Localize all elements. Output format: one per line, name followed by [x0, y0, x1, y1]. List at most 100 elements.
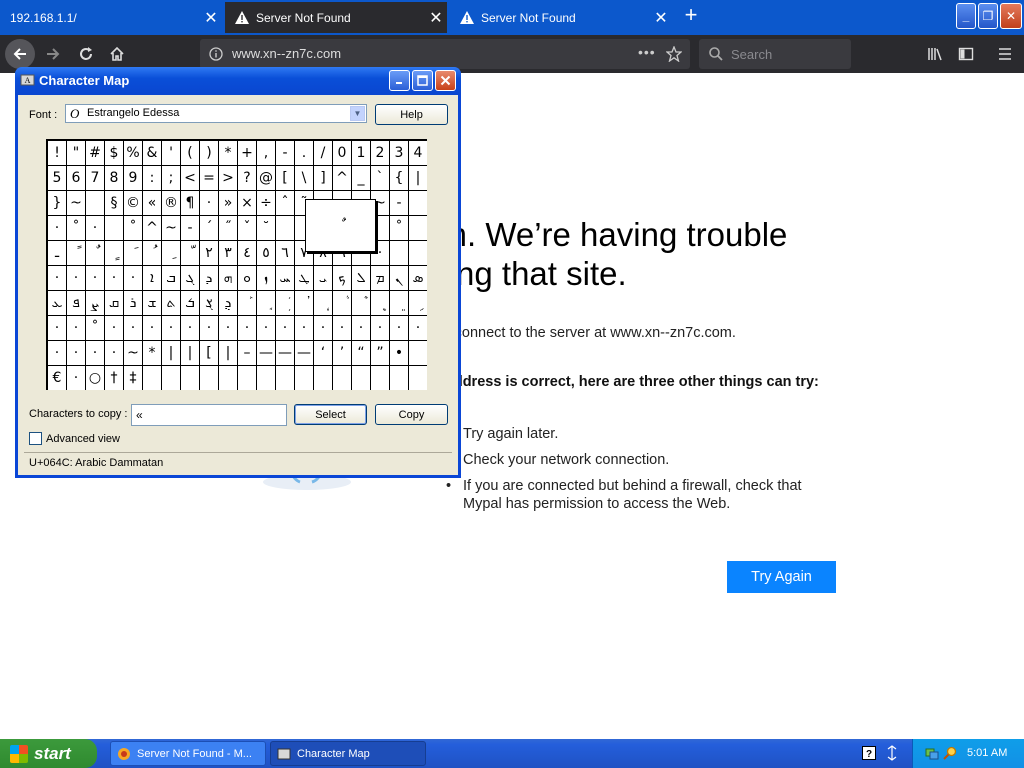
try-again-button[interactable]: Try Again [727, 561, 836, 593]
character-cell[interactable]: ܢ [390, 266, 408, 290]
character-cell[interactable]: " [67, 141, 85, 165]
new-tab-button[interactable]: + [680, 4, 702, 28]
character-cell[interactable] [105, 216, 123, 240]
character-cell[interactable]: ܫ [143, 291, 161, 315]
character-cell[interactable]: ˚ [390, 216, 408, 240]
character-cell[interactable]: ܒ [162, 266, 180, 290]
character-cell[interactable]: ٢ [200, 241, 218, 265]
character-cell[interactable] [409, 216, 427, 240]
character-cell[interactable]: · [67, 316, 85, 340]
minimize-button[interactable]: _ [956, 3, 976, 29]
character-cell[interactable]: 1 [352, 141, 370, 165]
character-cell[interactable]: ˚ [124, 216, 142, 240]
character-cell[interactable]: َ [124, 241, 142, 265]
character-cell[interactable]: ' [162, 141, 180, 165]
close-button[interactable] [435, 70, 456, 91]
search-icon[interactable] [943, 746, 958, 760]
character-cell[interactable]: 2 [371, 141, 389, 165]
select-button[interactable]: Select [294, 404, 367, 425]
forward-button[interactable] [38, 39, 68, 69]
character-cell[interactable]: ○ [86, 366, 104, 390]
character-cell[interactable]: · [124, 316, 142, 340]
character-cell[interactable] [409, 341, 427, 365]
character-cell[interactable]: $ [105, 141, 123, 165]
character-cell[interactable]: § [105, 191, 123, 215]
character-cell[interactable]: · [295, 316, 313, 340]
character-cell[interactable]: ; [162, 166, 180, 190]
character-cell[interactable]: ܛ [295, 266, 313, 290]
character-cell[interactable]: * [219, 141, 237, 165]
character-cell[interactable]: · [67, 266, 85, 290]
character-cell[interactable]: ܚ [276, 266, 294, 290]
character-cell[interactable]: ٦ [276, 241, 294, 265]
character-cell[interactable]: ܩ [105, 291, 123, 315]
character-cell[interactable]: · [86, 341, 104, 365]
character-cell[interactable]: ً [67, 241, 85, 265]
character-cell[interactable]: { [390, 166, 408, 190]
character-cell[interactable]: + [238, 141, 256, 165]
character-cell[interactable]: ` [371, 166, 389, 190]
character-cell[interactable]: · [48, 266, 66, 290]
character-cell[interactable] [238, 366, 256, 390]
character-cell[interactable]: ˚ [67, 216, 85, 240]
character-cell[interactable]: ’ [333, 341, 351, 365]
character-cell[interactable]: [ [276, 166, 294, 190]
character-cell[interactable]: ܟ [333, 266, 351, 290]
character-cell[interactable]: 9 [124, 166, 142, 190]
character-cell[interactable]: _ [352, 166, 370, 190]
character-cell[interactable]: · [86, 216, 104, 240]
character-cell[interactable]: 0 [333, 141, 351, 165]
character-cell[interactable] [162, 366, 180, 390]
window-close-button[interactable]: ✕ [1000, 3, 1022, 29]
character-cell[interactable] [314, 366, 332, 390]
character-cell[interactable]: ܐ [143, 266, 161, 290]
character-cell[interactable] [181, 366, 199, 390]
character-cell[interactable]: ˇ [238, 216, 256, 240]
character-cell[interactable]: ^ [333, 166, 351, 190]
character-cell[interactable]: — [257, 341, 275, 365]
menu-button[interactable] [990, 39, 1020, 69]
character-cell[interactable] [219, 366, 237, 390]
character-cell[interactable]: ܱ [257, 291, 275, 315]
character-cell[interactable]: ÷ [257, 191, 275, 215]
character-cell[interactable]: · [200, 191, 218, 215]
character-cell[interactable]: ܕ [200, 266, 218, 290]
character-cell[interactable]: ‘ [314, 341, 332, 365]
character-cell[interactable]: [ [200, 341, 218, 365]
character-cell[interactable]: ٌ [86, 241, 104, 265]
maximize-button[interactable] [412, 70, 433, 91]
character-cell[interactable]: ´ [200, 216, 218, 240]
character-cell[interactable]: · [200, 316, 218, 340]
character-cell[interactable]: » [219, 191, 237, 215]
tab-1[interactable]: 192.168.1.1/ ✕ [0, 2, 222, 33]
character-cell[interactable]: ” [371, 341, 389, 365]
character-cell[interactable]: × [238, 191, 256, 215]
character-cell[interactable]: * [143, 341, 161, 365]
character-cell[interactable]: ] [314, 166, 332, 190]
character-cell[interactable]: & [143, 141, 161, 165]
character-cell[interactable]: ~ [162, 216, 180, 240]
character-cell[interactable]: - [181, 216, 199, 240]
character-cell[interactable]: : [143, 166, 161, 190]
character-cell[interactable]: ُ [143, 241, 161, 265]
character-cell[interactable]: ? [238, 166, 256, 190]
title-bar[interactable]: A Character Map [15, 67, 461, 95]
character-cell[interactable] [409, 191, 427, 215]
character-cell[interactable]: · [276, 316, 294, 340]
taskbar-item-character-map[interactable]: Character Map [270, 741, 426, 766]
character-cell[interactable]: · [48, 341, 66, 365]
character-cell[interactable]: · [67, 366, 85, 390]
character-cell[interactable]: . [295, 141, 313, 165]
character-cell[interactable]: 8 [105, 166, 123, 190]
character-cell[interactable]: ٣ [219, 241, 237, 265]
character-cell[interactable]: · [124, 266, 142, 290]
character-cell[interactable]: · [143, 316, 161, 340]
character-cell[interactable]: = [200, 166, 218, 190]
character-cell[interactable]: · [48, 216, 66, 240]
character-cell[interactable] [333, 366, 351, 390]
character-cell[interactable]: ( [181, 141, 199, 165]
info-icon[interactable] [209, 47, 223, 61]
character-cell[interactable]: ܴ [314, 291, 332, 315]
character-cell[interactable]: ܥ [48, 291, 66, 315]
bookmark-star-icon[interactable] [666, 46, 682, 62]
